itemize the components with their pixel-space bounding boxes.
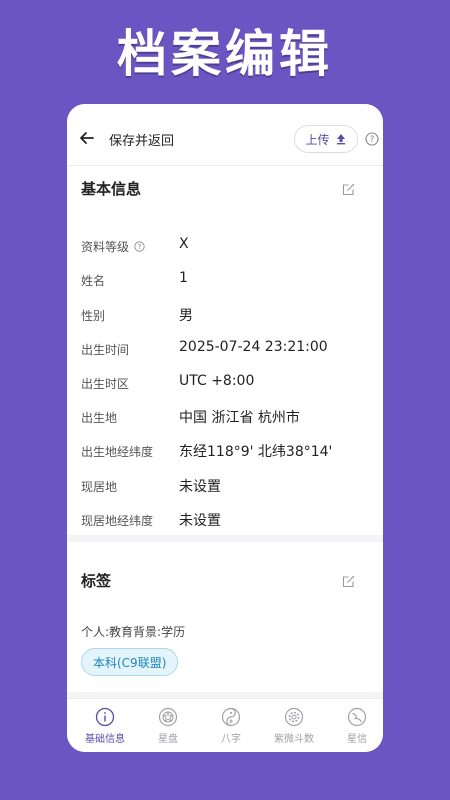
edit-icon[interactable] bbox=[342, 574, 356, 588]
banner-title: 档案编辑 bbox=[117, 25, 333, 83]
tab-label: 紫微斗数 bbox=[274, 734, 314, 745]
bottom-tab-bar: 基础信息 星盘 八字 紫微斗数 星信 bbox=[67, 698, 383, 752]
upload-label: 上传 bbox=[305, 132, 330, 147]
tag-chip[interactable]: 本科(C9联盟) bbox=[81, 648, 179, 676]
info-row-gender: 性别 男 bbox=[67, 305, 383, 325]
tag-category: 个人:教育背景:学历 bbox=[81, 625, 186, 639]
info-row-name: 姓名 1 bbox=[67, 270, 383, 290]
star-chart-icon bbox=[158, 707, 178, 727]
info-row-level: 资料等级 ? X bbox=[67, 236, 383, 256]
top-bar: 保存并返回 上传 ? bbox=[67, 104, 383, 166]
row-value: 2025-07-24 23:21:00 bbox=[179, 339, 328, 355]
row-label: 现居地经纬度 bbox=[81, 514, 154, 528]
yin-yang-icon bbox=[221, 707, 241, 727]
tab-label: 八字 bbox=[221, 734, 241, 745]
info-row-birth-time: 出生时间 2025-07-24 23:21:00 bbox=[67, 339, 383, 359]
tab-label: 星盘 bbox=[158, 734, 178, 745]
row-value: 未设置 bbox=[179, 479, 221, 495]
basic-info-card: 基本信息 资料等级 ? X 姓名 1 性别 男 出生时间 2025-07-24 … bbox=[67, 166, 383, 535]
tab-xingxin[interactable]: 星信 bbox=[325, 699, 383, 752]
row-label: 出生时间 bbox=[81, 343, 130, 357]
info-row-birthplace-coords: 出生地经纬度 东经118°9' 北纬38°14' bbox=[67, 441, 383, 461]
row-value: 东经118°9' 北纬38°14' bbox=[179, 444, 333, 460]
svg-text:?: ? bbox=[370, 135, 375, 145]
question-circle-icon[interactable]: ? bbox=[134, 241, 145, 252]
upload-arrow-icon bbox=[336, 134, 345, 145]
save-and-return-button[interactable]: 保存并返回 bbox=[109, 130, 174, 149]
tab-basic-info[interactable]: 基础信息 bbox=[73, 699, 137, 752]
section-title-tags: 标签 bbox=[81, 572, 112, 590]
row-value: 未设置 bbox=[179, 513, 221, 529]
svg-text:?: ? bbox=[138, 242, 142, 251]
row-value: UTC +8:00 bbox=[179, 373, 255, 389]
info-row-birthplace: 出生地 中国 浙江省 杭州市 bbox=[67, 407, 383, 427]
gear-circle-icon bbox=[284, 707, 304, 727]
moon-circle-icon bbox=[347, 707, 367, 727]
tab-ziwei[interactable]: 紫微斗数 bbox=[262, 699, 326, 752]
row-label: 性别 bbox=[81, 309, 106, 323]
row-label: 现居地 bbox=[81, 480, 118, 494]
section-title-basic-info: 基本信息 bbox=[81, 180, 142, 198]
tab-bazi[interactable]: 八字 bbox=[199, 699, 263, 752]
info-row-residence: 现居地 未设置 bbox=[67, 476, 383, 496]
question-circle-icon[interactable]: ? bbox=[365, 132, 379, 146]
info-row-residence-coords: 现居地经纬度 未设置 bbox=[67, 510, 383, 530]
row-label: 出生地经纬度 bbox=[81, 445, 154, 459]
row-label: 姓名 bbox=[81, 274, 106, 288]
row-value: X bbox=[179, 236, 189, 252]
upload-button[interactable]: 上传 bbox=[294, 125, 358, 153]
info-circle-icon bbox=[95, 707, 115, 727]
row-label: 出生地 bbox=[81, 411, 118, 425]
row-value: 中国 浙江省 杭州市 bbox=[179, 410, 300, 426]
phone-screen: 保存并返回 上传 ? 基本信息 资料等级 ? X 姓名 1 性别 男 出生时间 … bbox=[67, 104, 383, 752]
tab-label: 星信 bbox=[347, 734, 367, 745]
tab-star-chart[interactable]: 星盘 bbox=[136, 699, 200, 752]
edit-icon[interactable] bbox=[342, 182, 356, 196]
arrow-left-icon[interactable] bbox=[79, 130, 95, 146]
row-label: 资料等级 ? bbox=[81, 238, 145, 255]
info-row-timezone: 出生时区 UTC +8:00 bbox=[67, 373, 383, 393]
tags-card: 标签 个人:教育背景:学历 本科(C9联盟) bbox=[67, 542, 383, 692]
row-value: 1 bbox=[179, 270, 188, 286]
row-value: 男 bbox=[179, 308, 193, 324]
row-label: 出生时区 bbox=[81, 377, 130, 391]
tab-label: 基础信息 bbox=[85, 734, 125, 745]
